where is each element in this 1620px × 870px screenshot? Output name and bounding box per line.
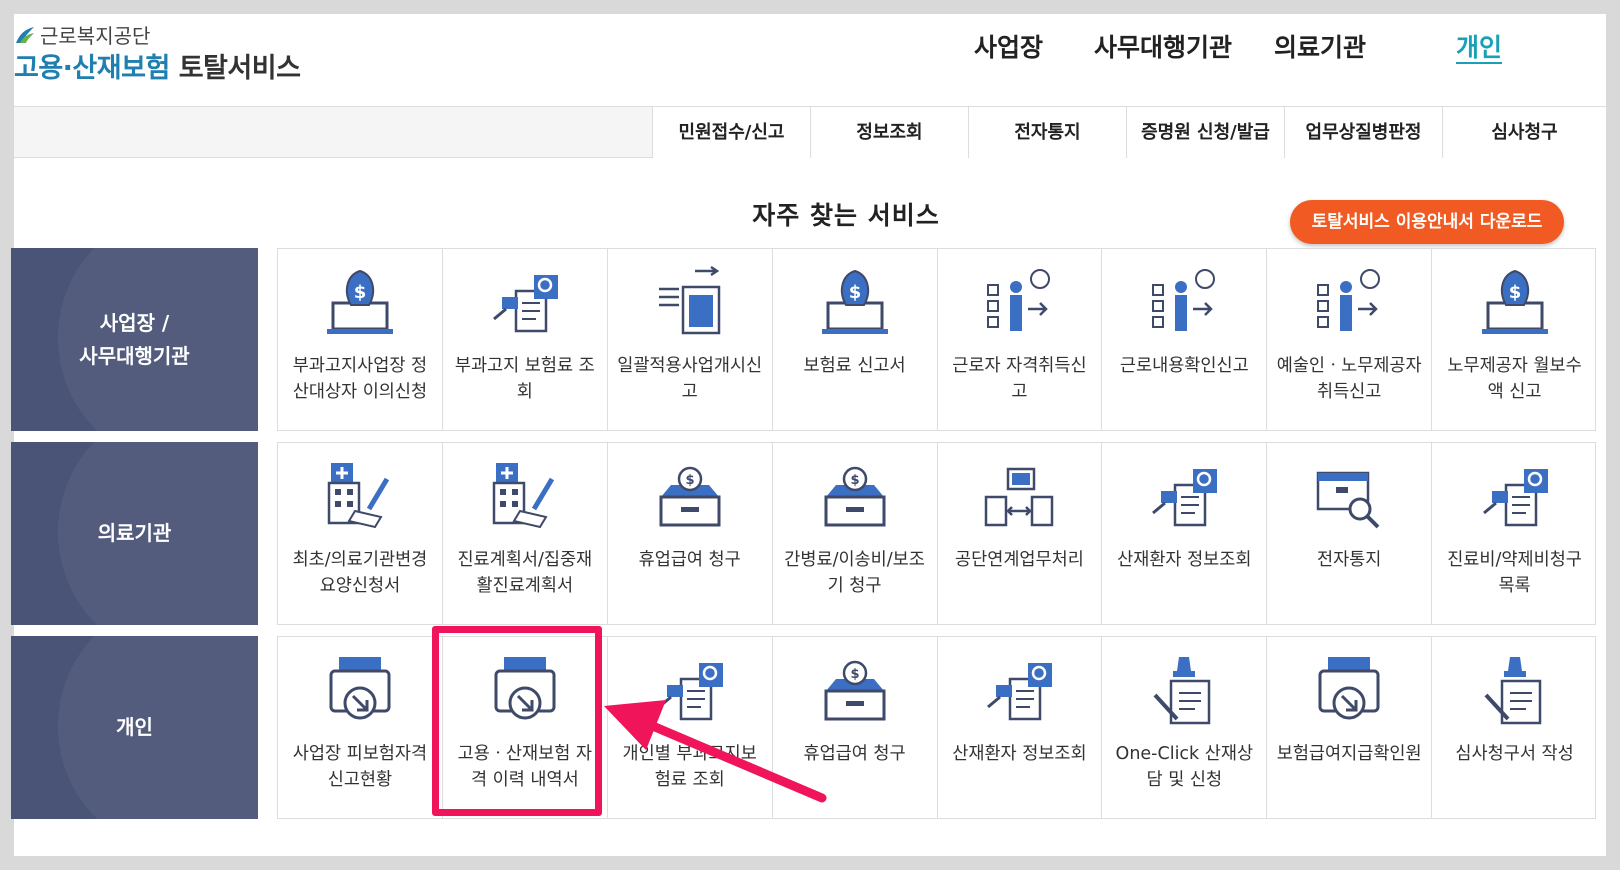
card-label: 일괄적용사업개시신고 [617, 356, 763, 402]
service-card[interactable]: $ 노무제공자 월보수액 신고 [1432, 249, 1597, 430]
subnav-appeal[interactable]: 심사청구 [1442, 107, 1606, 158]
document-search-icon [1482, 469, 1548, 527]
svg-text:$: $ [685, 473, 694, 488]
service-card[interactable]: 사업장 피보험자격 신고현황 [278, 637, 443, 818]
svg-text:$: $ [850, 667, 859, 682]
guide-download-button[interactable]: 토탈서비스 이용안내서 다운로드 [1290, 200, 1564, 244]
card-label: 근로자 자격취득신고 [952, 356, 1087, 402]
card-label: 보험료 신고서 [803, 356, 906, 376]
row-label-medical[interactable]: 의료기관 [11, 442, 258, 625]
card-label: 최초/의료기관변경요양신청서 [292, 550, 428, 596]
topnav-medical[interactable]: 의료기관 [1274, 28, 1366, 64]
card-label: 전자통지 [1316, 550, 1382, 570]
svg-text:$: $ [1508, 282, 1521, 303]
service-card[interactable]: $ 휴업급여 청구 [608, 443, 773, 624]
document-exchange-icon [985, 467, 1054, 527]
service-card[interactable]: $ 부과고지사업장 정산대상자 이의신청 [278, 249, 443, 430]
card-label: 부과고지사업장 정산대상자 이의신청 [292, 356, 428, 402]
document-search-icon [492, 275, 558, 333]
service-card[interactable]: $ 보험료 신고서 [773, 249, 938, 430]
card-label: 심사청구서 작성 [1455, 744, 1574, 764]
logo-org[interactable]: 근로복지공단 [14, 20, 150, 49]
service-card[interactable]: 최초/의료기관변경요양신청서 [278, 443, 443, 624]
subnav-complaint[interactable]: 민원접수/신고 [652, 107, 810, 158]
subnav-certificate[interactable]: 증명원 신청/발급 [1126, 107, 1284, 158]
service-card[interactable]: 보험급여지급확인원 [1267, 637, 1433, 818]
service-card[interactable]: 일괄적용사업개시신고 [608, 249, 773, 430]
card-label: 예술인ㆍ노무제공자 취득신고 [1276, 356, 1422, 402]
service-card[interactable]: 부과고지 보험료 조회 [443, 249, 608, 430]
worker-checklist-icon [987, 269, 1051, 331]
card-label: 사업장 피보험자격 신고현황 [292, 744, 428, 790]
coin-box-icon: $ [824, 466, 886, 527]
worker-checklist-icon [1152, 269, 1216, 331]
logo-title-dark: 토탈서비스 [178, 53, 301, 84]
card-label: 보험급여지급확인원 [1276, 744, 1422, 764]
service-card[interactable]: 전자통지 [1267, 443, 1433, 624]
page-frame: 근로복지공단 고용·산재보험 토탈서비스 사업장 사무대행기관 의료기관 개인 … [11, 14, 1606, 856]
highlight-box [432, 626, 602, 816]
logo-title-blue: 고용·산재보험 [14, 53, 170, 84]
pointer-arrow-icon [604, 700, 827, 803]
topnav-personal[interactable]: 개인 [1456, 28, 1502, 64]
service-card[interactable]: 공단연계업무처리 [938, 443, 1103, 624]
card-label: 산재환자 정보조회 [952, 744, 1087, 764]
cards-business: $ 부과고지사업장 정산대상자 이의신청 부과고지 보험료 조회 일괄적용사업개… [277, 248, 1596, 431]
service-card[interactable]: 진료비/약제비청구목록 [1432, 443, 1597, 624]
money-bag-laptop-icon: $ [1481, 269, 1548, 334]
service-card[interactable]: 근로내용확인신고 [1102, 249, 1268, 430]
service-card[interactable]: 산재환자 정보조회 [1102, 443, 1268, 624]
topnav-agency[interactable]: 사무대행기관 [1094, 28, 1232, 64]
service-card[interactable]: 심사청구서 작성 [1432, 637, 1597, 818]
box-magnifier-icon [1316, 471, 1380, 529]
card-label: 공단연계업무처리 [955, 550, 1084, 570]
card-label: 휴업급여 청구 [638, 550, 741, 570]
card-label: 부과고지 보험료 조회 [454, 356, 595, 402]
money-bag-laptop-icon: $ [326, 269, 393, 334]
card-label: 근로내용확인신고 [1119, 356, 1249, 376]
card-label: 진료비/약제비청구목록 [1447, 550, 1582, 596]
row-label-line1: 사업장 / [99, 310, 170, 335]
subnav-info[interactable]: 정보조회 [810, 107, 968, 158]
svg-text:$: $ [354, 282, 367, 303]
row-label-personal[interactable]: 개인 [11, 636, 258, 819]
document-search-icon [987, 663, 1053, 721]
logo-title[interactable]: 고용·산재보험 토탈서비스 [14, 46, 301, 85]
subnav-disease[interactable]: 업무상질병판정 [1284, 107, 1442, 158]
card-label: 산재환자 정보조회 [1117, 550, 1252, 570]
stamp-document-icon [1484, 657, 1541, 725]
row-label-line2: 사무대행기관 [79, 343, 190, 368]
card-label: 간병료/이송비/보조기 청구 [784, 550, 925, 596]
row-label-line1: 개인 [116, 715, 153, 739]
document-search-icon [1152, 469, 1218, 527]
card-label: 진료계획서/집중재활진료계획서 [457, 550, 593, 596]
service-card[interactable]: One-Click 산재상담 및 신청 [1102, 637, 1268, 818]
sub-nav: 민원접수/신고 정보조회 전자통지 증명원 신청/발급 업무상질병판정 심사청구 [14, 106, 1606, 158]
card-label: One-Click 산재상담 및 신청 [1115, 744, 1254, 790]
printer-arrow-icon [1318, 657, 1380, 720]
row-label-business[interactable]: 사업장 / 사무대행기관 [11, 248, 258, 431]
comwel-logo-icon [16, 26, 34, 43]
hospital-pen-icon [492, 463, 554, 529]
printer-arrow-icon [329, 657, 391, 720]
row-label-line1: 의료기관 [97, 521, 172, 545]
subnav-notice[interactable]: 전자통지 [968, 107, 1126, 158]
document-transfer-icon [658, 265, 720, 335]
stamp-document-icon [1153, 657, 1211, 725]
svg-text:$: $ [850, 473, 859, 488]
money-bag-laptop-icon: $ [821, 269, 888, 334]
service-card[interactable]: 진료계획서/집중재활진료계획서 [443, 443, 608, 624]
card-label: 노무제공자 월보수액 신고 [1447, 356, 1582, 402]
logo-org-text: 근로복지공단 [40, 24, 151, 48]
service-card[interactable]: 산재환자 정보조회 [938, 637, 1103, 818]
service-card[interactable]: $ 간병료/이송비/보조기 청구 [773, 443, 938, 624]
worker-checklist-icon [1317, 269, 1381, 331]
service-card[interactable]: 예술인ㆍ노무제공자 취득신고 [1267, 249, 1433, 430]
cards-medical: 최초/의료기관변경요양신청서 진료계획서/집중재활진료계획서 $ 휴업급여 청구… [277, 442, 1596, 625]
service-card[interactable]: 근로자 자격취득신고 [938, 249, 1103, 430]
hospital-pen-icon [327, 463, 390, 529]
coin-box-icon: $ [659, 466, 721, 527]
svg-text:$: $ [848, 282, 861, 303]
topnav-business[interactable]: 사업장 [974, 28, 1043, 64]
